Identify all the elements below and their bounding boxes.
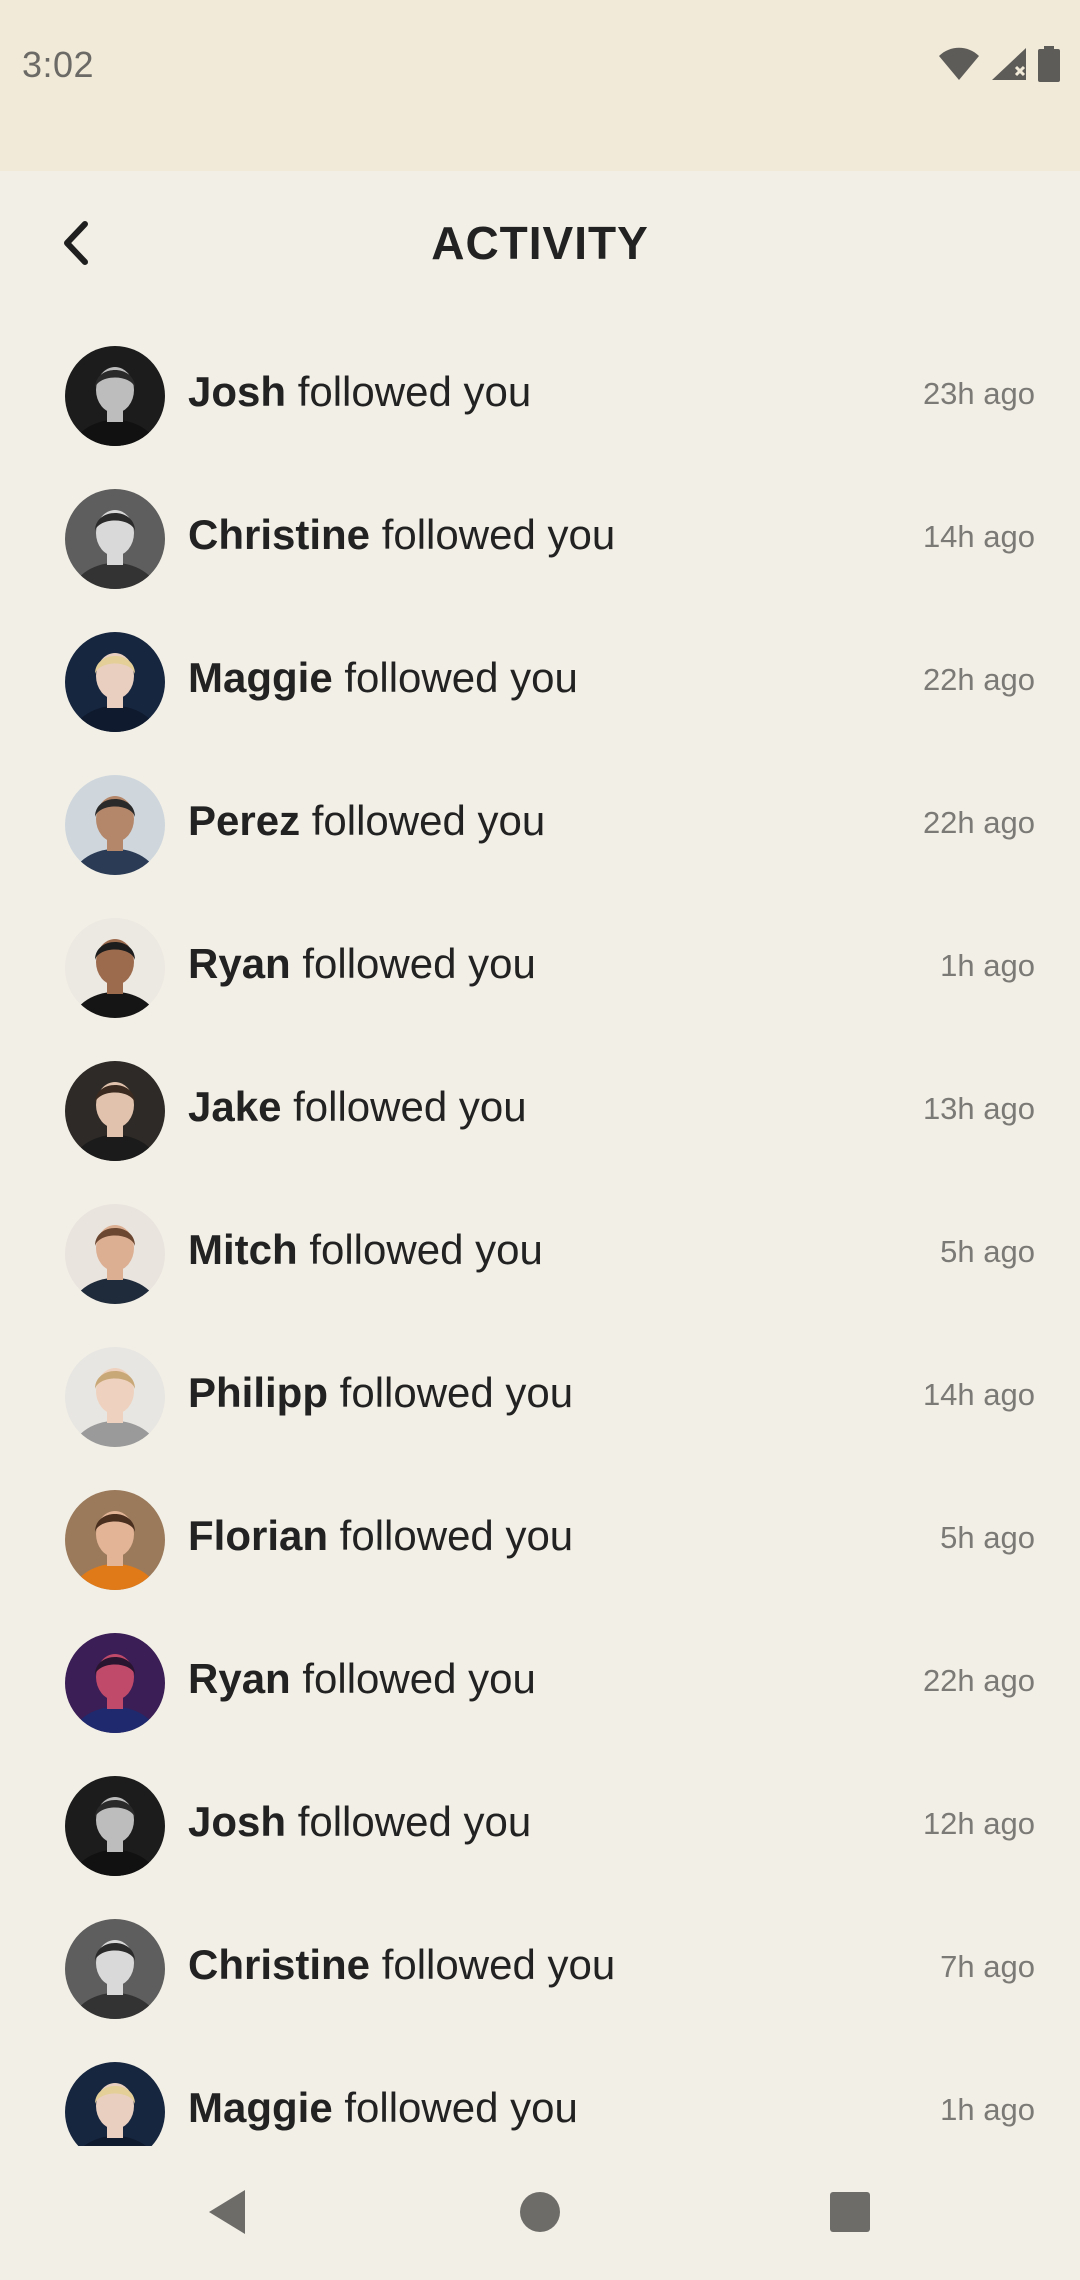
activity-action-text: followed you [286, 368, 532, 415]
activity-action-text: followed you [328, 1369, 574, 1416]
activity-timestamp: 14h ago [922, 519, 1035, 554]
home-circle-icon [518, 2190, 562, 2239]
activity-item[interactable]: Josh followed you 12h ago [0, 1754, 1080, 1897]
nav-home-button[interactable] [505, 2179, 575, 2249]
nav-back-button[interactable] [192, 2179, 262, 2249]
recents-square-icon [828, 2190, 872, 2239]
wifi-icon [938, 47, 980, 81]
activity-timestamp: 5h ago [940, 1234, 1035, 1269]
page-title: ACTIVITY [431, 217, 649, 269]
activity-item[interactable]: Maggie followed you 22h ago [0, 610, 1080, 753]
activity-user-name[interactable]: Florian [188, 1512, 328, 1559]
activity-timestamp: 12h ago [922, 1806, 1035, 1841]
activity-text: Mitch followed you [188, 1226, 543, 1274]
activity-action-text: followed you [286, 1798, 532, 1845]
activity-action-text: followed you [332, 654, 578, 701]
nav-recents-button[interactable] [815, 2179, 885, 2249]
activity-text: Maggie followed you [188, 2084, 578, 2132]
activity-item[interactable]: Florian followed you 5h ago [0, 1468, 1080, 1611]
activity-list[interactable]: Josh followed you 23h ago Christine follow… [0, 324, 1080, 2146]
avatar[interactable] [65, 918, 165, 1018]
avatar[interactable] [65, 2062, 165, 2146]
activity-timestamp: 13h ago [922, 1091, 1035, 1126]
activity-user-name[interactable]: Christine [188, 1941, 370, 1988]
activity-timestamp: 22h ago [922, 805, 1035, 840]
activity-action-text: followed you [328, 1512, 574, 1559]
avatar[interactable] [65, 1061, 165, 1161]
activity-item[interactable]: Jake followed you 13h ago [0, 1039, 1080, 1182]
activity-item[interactable]: Josh followed you 23h ago [0, 324, 1080, 467]
activity-text: Florian followed you [188, 1512, 573, 1560]
avatar[interactable] [65, 1776, 165, 1876]
activity-item[interactable]: Ryan followed you 22h ago [0, 1611, 1080, 1754]
activity-user-name[interactable]: Mitch [188, 1226, 298, 1273]
activity-timestamp: 1h ago [940, 2092, 1035, 2127]
avatar[interactable] [65, 489, 165, 589]
back-triangle-icon [205, 2187, 249, 2242]
activity-text: Maggie followed you [188, 654, 578, 702]
activity-action-text: followed you [332, 2084, 578, 2131]
activity-timestamp: 22h ago [922, 662, 1035, 697]
activity-text: Christine followed you [188, 1941, 615, 1989]
activity-timestamp: 1h ago [940, 948, 1035, 983]
activity-action-text: followed you [290, 940, 536, 987]
activity-action-text: followed you [297, 1226, 543, 1273]
activity-timestamp: 5h ago [940, 1520, 1035, 1555]
activity-timestamp: 7h ago [940, 1949, 1035, 1984]
activity-user-name[interactable]: Jake [188, 1083, 281, 1130]
avatar[interactable] [65, 1490, 165, 1590]
activity-text: Perez followed you [188, 797, 545, 845]
avatar[interactable] [65, 1347, 165, 1447]
activity-item[interactable]: Christine followed you 7h ago [0, 1897, 1080, 2040]
activity-user-name[interactable]: Josh [188, 368, 286, 415]
signal-icon [990, 47, 1028, 81]
avatar[interactable] [65, 1633, 165, 1733]
activity-action-text: followed you [300, 797, 546, 844]
activity-timestamp: 22h ago [922, 1663, 1035, 1698]
status-time: 3:02 [22, 44, 95, 85]
status-icons [938, 46, 1060, 82]
activity-action-text: followed you [370, 1941, 616, 1988]
activity-user-name[interactable]: Ryan [188, 1655, 291, 1702]
activity-user-name[interactable]: Philipp [188, 1369, 328, 1416]
avatar[interactable] [65, 346, 165, 446]
activity-user-name[interactable]: Josh [188, 1798, 286, 1845]
activity-timestamp: 23h ago [922, 376, 1035, 411]
activity-item[interactable]: Christine followed you 14h ago [0, 467, 1080, 610]
activity-text: Ryan followed you [188, 1655, 536, 1703]
activity-item[interactable]: Philipp followed you 14h ago [0, 1325, 1080, 1468]
activity-timestamp: 14h ago [922, 1377, 1035, 1412]
activity-user-name[interactable]: Perez [188, 797, 300, 844]
activity-text: Philipp followed you [188, 1369, 573, 1417]
activity-action-text: followed you [370, 511, 616, 558]
activity-text: Josh followed you [188, 1798, 531, 1846]
activity-user-name[interactable]: Maggie [188, 654, 333, 701]
avatar[interactable] [65, 1919, 165, 2019]
activity-item[interactable]: Maggie followed you 1h ago [0, 2040, 1080, 2146]
activity-user-name[interactable]: Ryan [188, 940, 291, 987]
activity-action-text: followed you [290, 1655, 536, 1702]
system-nav-bar [0, 2146, 1080, 2280]
avatar[interactable] [65, 775, 165, 875]
activity-item[interactable]: Mitch followed you 5h ago [0, 1182, 1080, 1325]
activity-text: Ryan followed you [188, 940, 536, 988]
activity-text: Josh followed you [188, 368, 531, 416]
activity-user-name[interactable]: Christine [188, 511, 370, 558]
activity-text: Christine followed you [188, 511, 615, 559]
avatar[interactable] [65, 1204, 165, 1304]
app-header: ACTIVITY [0, 171, 1080, 321]
battery-icon [1038, 46, 1060, 82]
activity-item[interactable]: Perez followed you 22h ago [0, 753, 1080, 896]
activity-text: Jake followed you [188, 1083, 527, 1131]
activity-user-name[interactable]: Maggie [188, 2084, 333, 2131]
activity-action-text: followed you [281, 1083, 527, 1130]
activity-item[interactable]: Ryan followed you 1h ago [0, 896, 1080, 1039]
avatar[interactable] [65, 632, 165, 732]
status-bar: 3:02 [0, 0, 1080, 171]
